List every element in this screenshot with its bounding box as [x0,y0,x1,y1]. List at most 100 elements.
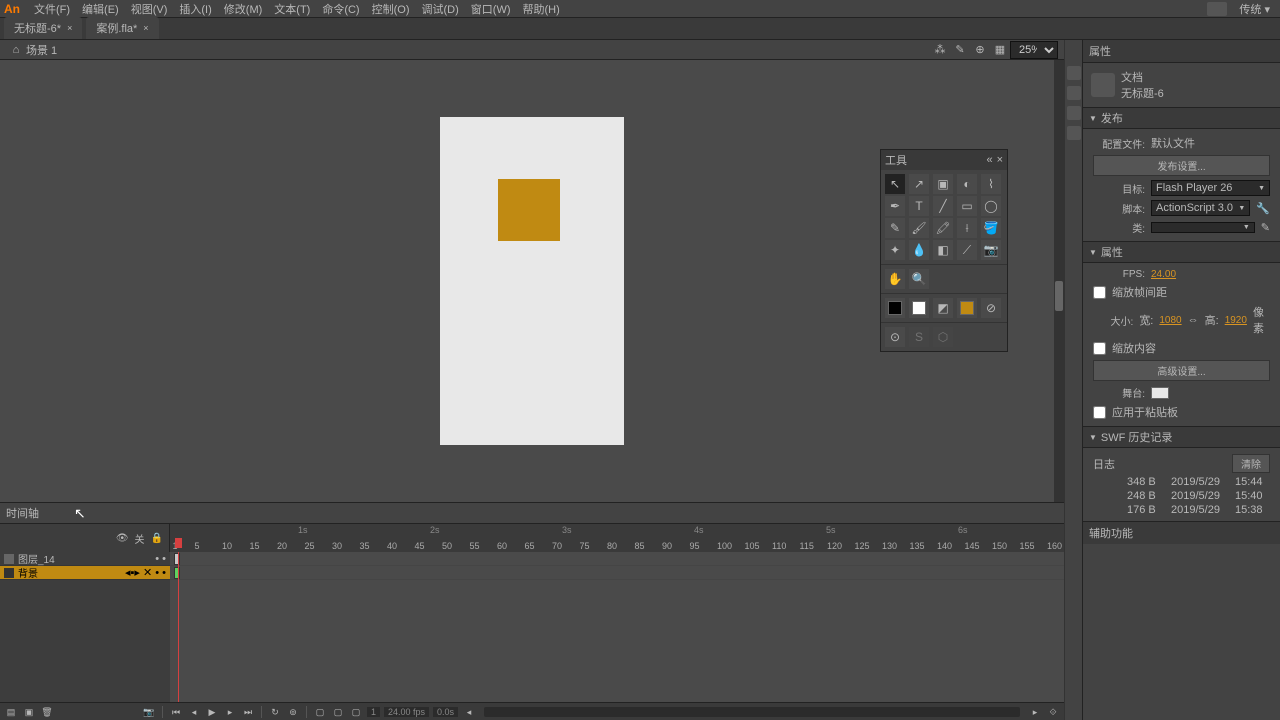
stage-color-swatch[interactable] [1151,387,1169,399]
bone-tool[interactable]: ⟊ [957,218,977,238]
bucket-tool[interactable]: 🪣 [981,218,1001,238]
height-value[interactable]: 1920 [1225,315,1247,326]
new-folder-icon[interactable]: ▣ [22,706,36,718]
stroke-color[interactable] [885,298,905,318]
accessibility-tab[interactable]: 辅助功能 [1083,521,1280,544]
clip-icon[interactable]: ▦ [992,43,1008,57]
fill-color[interactable] [957,298,977,318]
zoom-select[interactable]: 25% [1010,41,1058,59]
menu-window[interactable]: 窗口(W) [465,0,517,19]
goto-last-icon[interactable]: ⏭ [241,706,255,718]
loop-icon[interactable]: ↻ [268,706,282,718]
step-fwd-icon[interactable]: ▸ [223,706,237,718]
menu-debug[interactable]: 调试(D) [416,0,465,19]
scale-frames-checkbox[interactable] [1093,286,1106,299]
width-tool[interactable]: ⟋ [957,240,977,260]
menu-commands[interactable]: 命令(C) [316,0,365,19]
new-layer-icon[interactable]: ▤ [4,706,18,718]
swf-history-section[interactable]: SWF 历史记录 [1083,426,1280,448]
eraser-tool[interactable]: ◧ [933,240,953,260]
menu-text[interactable]: 文本(T) [268,0,316,19]
target-select[interactable]: Flash Player 26 [1151,180,1270,196]
pen-tool[interactable]: ✒ [885,196,905,216]
timeline-tab[interactable]: 时间轴 [0,503,1064,524]
doc-tab-2[interactable]: 案例.fla*× [86,17,158,39]
goto-first-icon[interactable]: ⏮ [169,706,183,718]
menu-control[interactable]: 控制(O) [366,0,416,19]
library-icon[interactable] [1067,86,1081,100]
timeline-tracks[interactable] [170,552,1064,702]
script-select[interactable]: ActionScript 3.0 [1151,200,1250,216]
bw-icon[interactable]: ◩ [933,298,953,318]
properties-tab[interactable]: 属性 [1089,43,1111,59]
doc-tab-1[interactable]: 无标题-6*× [4,17,82,39]
menu-modify[interactable]: 修改(M) [218,0,269,19]
timeline-scrollbar[interactable] [484,707,1020,717]
camera-icon[interactable]: 📷 [142,706,156,718]
ink-tool[interactable]: ✦ [885,240,905,260]
color-icon[interactable] [1067,106,1081,120]
selection-tool[interactable]: ↖ [885,174,905,194]
pencil-icon[interactable]: ✎ [1261,221,1270,234]
camera-tool[interactable]: 📷 [981,240,1001,260]
lock-icon[interactable]: 🔒 [151,533,163,544]
scene-icon[interactable]: ⌂ [8,43,24,57]
step-back-icon[interactable]: ◂ [187,706,201,718]
class-input[interactable] [1151,222,1255,233]
attrs-section[interactable]: 属性 [1083,241,1280,263]
center-icon[interactable]: ⊕ [972,43,988,57]
layer-row-selected[interactable]: 背景 ◂▪▸ ✕ • • [0,566,170,580]
3d-rotation-tool[interactable]: ◐ [957,174,977,194]
hand-tool[interactable]: ✋ [885,269,905,289]
wrench-icon[interactable]: 🔧 [1256,202,1270,215]
marker2-icon[interactable]: ▢ [331,706,345,718]
zoom-tool[interactable]: 🔍 [909,269,929,289]
close-icon[interactable]: × [143,23,148,33]
line-tool[interactable]: ╱ [933,196,953,216]
subselection-tool[interactable]: ↗ [909,174,929,194]
collapse-icon[interactable]: « [986,154,992,166]
align-icon[interactable] [1067,66,1081,80]
scene-label[interactable]: 场景 1 [26,42,57,58]
oval-tool[interactable]: ◯ [981,196,1001,216]
layer-row[interactable]: 图层_14 • • [0,552,170,566]
pencil-tool[interactable]: ✎ [885,218,905,238]
menu-view[interactable]: 视图(V) [125,0,174,19]
swap-colors-icon[interactable] [909,298,929,318]
publish-section[interactable]: 发布 [1083,107,1280,129]
free-transform-tool[interactable]: ▣ [933,174,953,194]
rectangle-tool[interactable]: ▭ [957,196,977,216]
shape-square[interactable] [498,179,560,241]
menu-help[interactable]: 帮助(H) [517,0,566,19]
no-color-icon[interactable]: ⊘ [981,298,1001,318]
transform-icon[interactable] [1067,126,1081,140]
clapboard-icon[interactable]: ⁂ [932,43,948,57]
lasso-tool[interactable]: ⌇ [981,174,1001,194]
workspace-switcher[interactable]: 传统 ▾ [1233,0,1276,19]
menu-edit[interactable]: 编辑(E) [76,0,125,19]
timeline-zoom-icon[interactable]: ⟐ [1046,706,1060,718]
marker-icon[interactable]: ▢ [313,706,327,718]
smooth-icon[interactable]: S [909,327,929,347]
apply-paste-checkbox[interactable] [1093,406,1106,419]
text-tool[interactable]: T [909,196,929,216]
frame-number[interactable]: 1 [367,707,380,717]
edit-scene-icon[interactable]: ✎ [952,43,968,57]
width-value[interactable]: 1080 [1159,315,1181,326]
visibility-icon[interactable]: 👁 [116,533,129,544]
snap-icon[interactable]: ⊙ [885,327,905,347]
vertical-scrollbar[interactable] [1054,60,1064,502]
playhead[interactable] [178,552,179,702]
timeline-ruler[interactable]: 1s2s3s4s5s6s1510152025303540455055606570… [170,524,1064,552]
fps-value[interactable]: 24.00 [1151,269,1176,280]
onion-icon[interactable]: ⊚ [286,706,300,718]
canvas[interactable] [440,117,624,445]
play-icon[interactable]: ▶ [205,706,219,718]
link-icon[interactable]: ⇔ [1188,314,1199,326]
marker3-icon[interactable]: ▢ [349,706,363,718]
dropper-tool[interactable]: 💧 [909,240,929,260]
delete-layer-icon[interactable]: 🗑 [40,706,54,718]
menu-insert[interactable]: 插入(I) [173,0,217,19]
scale-content-checkbox[interactable] [1093,342,1106,355]
close-icon[interactable]: × [67,23,72,33]
